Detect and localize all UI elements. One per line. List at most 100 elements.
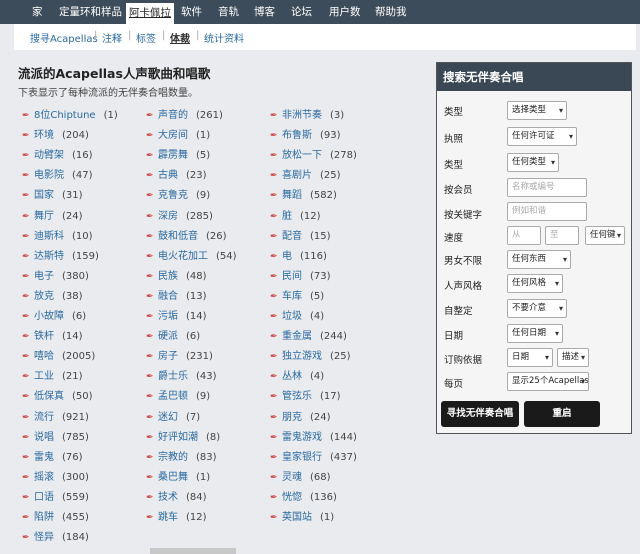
- genre-item[interactable]: ✒ 孟巴顿 (9): [146, 390, 210, 404]
- genre-name[interactable]: 迪斯科: [34, 231, 64, 242]
- genre-name[interactable]: 口语: [34, 492, 54, 503]
- genre-item[interactable]: ✒ 克鲁克 (9): [146, 189, 210, 203]
- genre-item[interactable]: ✒ 低保真 (50): [22, 390, 93, 404]
- genre-item[interactable]: ✒ 流行 (921): [22, 411, 89, 425]
- vocal-style-select[interactable]: 任何风格 ▾: [507, 274, 563, 293]
- genre-item[interactable]: ✒ 脏 (12): [270, 210, 321, 224]
- genre-name[interactable]: 电子: [34, 271, 54, 282]
- genre-item[interactable]: ✒ 深房 (285): [146, 210, 213, 224]
- subnav-genres[interactable]: 体裁: [170, 30, 190, 45]
- genre-item[interactable]: ✒ 电子 (380): [22, 270, 89, 284]
- genre-item[interactable]: ✒ 8位Chiptune (1): [22, 109, 118, 123]
- genre-name[interactable]: 技术: [158, 492, 178, 503]
- genre-item[interactable]: ✒ 管弦乐 (17): [270, 390, 341, 404]
- subnav-statistics[interactable]: 统计资料: [204, 30, 244, 45]
- genre-item[interactable]: ✒ 放松一下 (278): [270, 149, 357, 163]
- genre-name[interactable]: 流行: [34, 412, 54, 423]
- genre-name[interactable]: 动臂架: [34, 150, 64, 161]
- genre-name[interactable]: 嘻哈: [34, 351, 54, 362]
- genre-name[interactable]: 放克: [34, 291, 54, 302]
- genre-item[interactable]: ✒ 工业 (21): [22, 370, 83, 384]
- genre-name[interactable]: 工业: [34, 371, 54, 382]
- genre-name[interactable]: 电火花加工: [158, 251, 208, 262]
- genre-name[interactable]: 迷幻: [158, 412, 178, 423]
- genre-name[interactable]: 宗教的: [158, 452, 188, 463]
- nav-help[interactable]: 帮助我: [375, 0, 407, 24]
- genre-item[interactable]: ✒ 配音 (15): [270, 230, 331, 244]
- genre-item[interactable]: ✒ 怪异 (184): [22, 531, 89, 545]
- genre-item[interactable]: ✒ 环境 (204): [22, 129, 89, 143]
- genre-item[interactable]: ✒ 陷阱 (455): [22, 511, 89, 525]
- subnav-comments[interactable]: 注释: [102, 30, 122, 45]
- genre-item[interactable]: ✒ 污垢 (14): [146, 310, 207, 324]
- genre-name[interactable]: 摇滚: [34, 472, 54, 483]
- genre-item[interactable]: ✒ 融合 (13): [146, 290, 207, 304]
- order-select[interactable]: 日期 ▾: [507, 348, 553, 367]
- genre-name[interactable]: 爵士乐: [158, 371, 188, 382]
- genre-item[interactable]: ✒ 国家 (31): [22, 189, 83, 203]
- genre-name[interactable]: 英国站: [282, 512, 312, 523]
- subnav-tags[interactable]: 标签: [136, 30, 156, 45]
- reset-button[interactable]: 重启: [524, 401, 600, 427]
- genre-name[interactable]: 雷鬼游戏: [282, 432, 322, 443]
- autotune-select[interactable]: 不要介意 ▾: [507, 299, 567, 318]
- genre-name[interactable]: 好评如潮: [158, 432, 198, 443]
- genre-item[interactable]: ✒ 迷幻 (7): [146, 411, 200, 425]
- genre-item[interactable]: ✒ 雷鬼游戏 (144): [270, 431, 357, 445]
- genre-name[interactable]: 克鲁克: [158, 190, 188, 201]
- type2-select[interactable]: 任何类型 ▾: [507, 153, 559, 172]
- nav-software[interactable]: 软件: [181, 0, 202, 24]
- keyword-input[interactable]: 例如和谐: [507, 202, 587, 221]
- date-select[interactable]: 任何日期 ▾: [507, 324, 563, 343]
- genre-item[interactable]: ✒ 放克 (38): [22, 290, 83, 304]
- genre-item[interactable]: ✒ 布鲁斯 (93): [270, 129, 341, 143]
- genre-name[interactable]: 灵魂: [282, 472, 302, 483]
- genre-name[interactable]: 电: [282, 251, 292, 262]
- genre-name[interactable]: 舞蹈: [282, 190, 302, 201]
- genre-item[interactable]: ✒ 电影院 (47): [22, 169, 93, 183]
- license-select[interactable]: 任何许可证 ▾: [507, 127, 577, 146]
- genre-name[interactable]: 桑巴舞: [158, 472, 188, 483]
- genre-name[interactable]: 布鲁斯: [282, 130, 312, 141]
- genre-item[interactable]: ✒ 大房间 (1): [146, 129, 210, 143]
- genre-name[interactable]: 民族: [158, 271, 178, 282]
- nav-acapellas[interactable]: 阿卡佩拉: [126, 3, 174, 24]
- genre-item[interactable]: ✒ 皇家银行 (437): [270, 451, 357, 465]
- genre-name[interactable]: 恍惚: [282, 492, 302, 503]
- genre-name[interactable]: 雷鬼: [34, 452, 54, 463]
- genre-item[interactable]: ✒ 丛林 (4): [270, 370, 324, 384]
- genre-name[interactable]: 皇家银行: [282, 452, 322, 463]
- genre-item[interactable]: ✒ 口语 (559): [22, 491, 89, 505]
- horizontal-scrollbar[interactable]: [150, 548, 236, 554]
- tempo-to-input[interactable]: 至: [545, 226, 579, 245]
- genre-name[interactable]: 国家: [34, 190, 54, 201]
- order-direction-select[interactable]: 描述 ▾: [557, 348, 589, 367]
- genre-item[interactable]: ✒ 小故障 (6): [22, 310, 86, 324]
- genre-item[interactable]: ✒ 爵士乐 (43): [146, 370, 217, 384]
- genre-item[interactable]: ✒ 舞蹈 (582): [270, 189, 337, 203]
- tempo-from-input[interactable]: 从: [507, 226, 541, 245]
- genre-name[interactable]: 重金属: [282, 331, 312, 342]
- genre-name[interactable]: 低保真: [34, 391, 64, 402]
- genre-item[interactable]: ✒ 英国站 (1): [270, 511, 334, 525]
- genre-item[interactable]: ✒ 房子 (231): [146, 350, 213, 364]
- genre-item[interactable]: ✒ 好评如潮 (8): [146, 431, 220, 445]
- genre-item[interactable]: ✒ 重金属 (244): [270, 330, 347, 344]
- genre-name[interactable]: 达斯特: [34, 251, 64, 262]
- genre-item[interactable]: ✒ 达斯特 (159): [22, 250, 99, 264]
- genre-name[interactable]: 放松一下: [282, 150, 322, 161]
- nav-loops-samples[interactable]: 定量环和样品: [59, 0, 122, 24]
- genre-item[interactable]: ✒ 电 (116): [270, 250, 327, 264]
- genre-name[interactable]: 朋克: [282, 412, 302, 423]
- genre-item[interactable]: ✒ 民族 (48): [146, 270, 207, 284]
- genre-item[interactable]: ✒ 铁杆 (14): [22, 330, 83, 344]
- genre-item[interactable]: ✒ 宗教的 (83): [146, 451, 217, 465]
- genre-item[interactable]: ✒ 跳车 (12): [146, 511, 207, 525]
- genre-item[interactable]: ✒ 民间 (73): [270, 270, 331, 284]
- nav-blog[interactable]: 博客: [254, 0, 275, 24]
- nav-home[interactable]: 家: [32, 0, 43, 24]
- genre-item[interactable]: ✒ 电火花加工 (54): [146, 250, 237, 264]
- genre-item[interactable]: ✒ 桑巴舞 (1): [146, 471, 210, 485]
- genre-name[interactable]: 环境: [34, 130, 54, 141]
- genre-name[interactable]: 大房间: [158, 130, 188, 141]
